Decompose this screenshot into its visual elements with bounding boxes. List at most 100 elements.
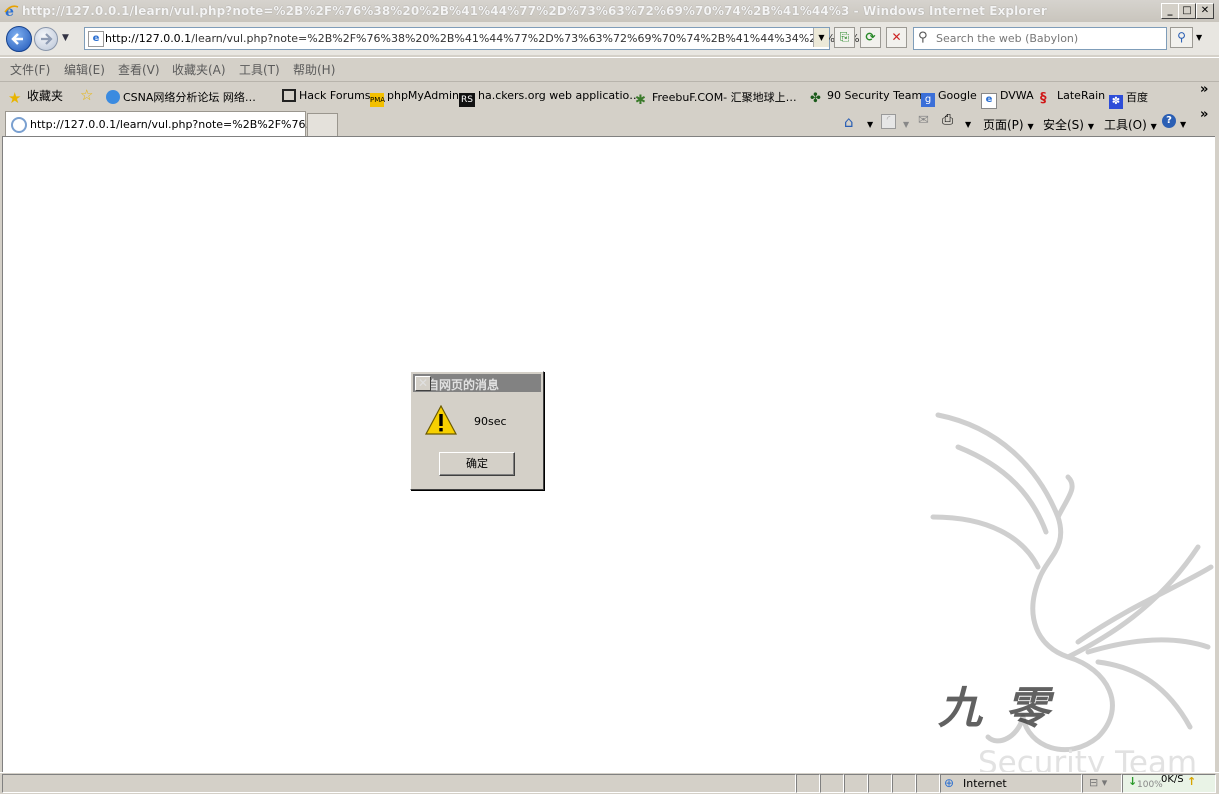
menu-bar: 文件(F) 编辑(E) 查看(V) 收藏夹(A) 工具(T) 帮助(H) — [0, 57, 1219, 80]
fav-item-csna[interactable]: CSNA网络分析论坛 网络… — [106, 89, 256, 105]
fav-item-phpmyadmin[interactable]: PMA phpMyAdmin — [370, 89, 459, 107]
feeds-dropdown-icon[interactable]: ▼ — [903, 120, 909, 129]
fav-item-90sec[interactable]: ✤ 90 Security Team — [810, 89, 923, 106]
status-pane — [820, 774, 844, 793]
ie-page-icon: e — [981, 93, 997, 109]
zone-pane[interactable]: ⊕ Internet — [940, 774, 1082, 793]
dialog-title-bar: 来自网页的消息 ✕ — [413, 374, 541, 392]
status-text-pane — [2, 774, 796, 793]
fav-item-hackforums[interactable]: Hack Forums — [282, 89, 371, 102]
tab-active[interactable]: http://127.0.0.1/learn/vul.php?note=%2B%… — [5, 111, 317, 136]
dialog-close-button[interactable]: ✕ — [415, 376, 431, 391]
page-icon: e — [88, 31, 104, 47]
home-icon[interactable]: ⌂ — [844, 113, 854, 131]
menu-edit[interactable]: 编辑(E) — [64, 61, 105, 78]
print-icon[interactable]: ⎙ — [942, 112, 953, 128]
watermark-team: Security Team — [978, 745, 1198, 774]
alert-dialog: 来自网页的消息 ✕ 90sec 确定 — [410, 371, 544, 490]
status-pane — [796, 774, 820, 793]
favorites-label: 收藏夹 — [27, 89, 64, 103]
fav-item-baidu-label: 百度 — [1126, 91, 1148, 104]
help-dropdown-icon[interactable]: ▼ — [1180, 120, 1186, 129]
address-bar[interactable]: e http://127.0.0.1/learn/vul.php?note=%2… — [84, 27, 860, 50]
new-tab-button[interactable] — [307, 113, 338, 136]
menu-tools[interactable]: 工具(T) — [239, 61, 280, 78]
favorites-button[interactable]: ★ 收藏夹 — [8, 87, 64, 107]
fav-item-hackers[interactable]: RS ha.ckers.org web applicatio… — [459, 89, 640, 107]
compatibility-view-icon[interactable]: ⎘ — [834, 27, 855, 48]
search-input[interactable]: Search the web (Babylon) — [936, 32, 1078, 45]
home-dropdown-icon[interactable]: ▼ — [867, 120, 873, 129]
fav-item-baidu[interactable]: ✽ 百度 — [1109, 89, 1148, 109]
fav-item-google[interactable]: g Google — [921, 89, 977, 107]
forward-button[interactable] — [34, 27, 58, 51]
favorites-overflow-button[interactable]: » — [1200, 82, 1208, 97]
fav-item-dvwa-label: DVWA — [1000, 89, 1034, 102]
mail-icon[interactable]: ✉ — [918, 113, 929, 128]
warning-icon — [425, 405, 457, 435]
close-window-button[interactable]: ✕ — [1196, 3, 1214, 19]
search-button[interactable]: ⚲ — [1170, 27, 1193, 48]
page-menu-button[interactable]: 页面(P) ▼ — [983, 116, 1034, 133]
vertical-scrollbar[interactable] — [1215, 136, 1219, 772]
minimize-button[interactable]: _ — [1161, 3, 1179, 19]
back-button[interactable] — [6, 26, 32, 52]
google-icon: g — [921, 93, 935, 107]
window-title: http://127.0.0.1/learn/vul.php?note=%2B%… — [22, 4, 1047, 18]
page-menu-label: 页面(P) — [983, 118, 1024, 132]
upload-arrow-icon: ↑ — [1187, 775, 1197, 788]
zoom-level: 100% — [1137, 780, 1163, 790]
help-icon[interactable]: ? — [1162, 114, 1176, 128]
dialog-message: 90sec — [474, 415, 507, 428]
favorites-bar: ★ 收藏夹 ☆ CSNA网络分析论坛 网络… Hack Forums PMA php… — [0, 81, 1219, 110]
fav-item-laterain-label: LateRain — [1057, 89, 1106, 102]
fav-item-dvwa[interactable]: e DVWA — [981, 89, 1034, 109]
speed-pane: ↓ 100% 0K/S ↑ — [1122, 774, 1216, 793]
fav-item-hackforums-label: Hack Forums — [299, 89, 371, 102]
fav-item-90sec-label: 90 Security Team — [827, 89, 923, 102]
print-dropdown-icon[interactable]: ▼ — [965, 120, 971, 129]
page-content: 九 零 Security Team — [2, 136, 1217, 774]
back-arrow-icon — [11, 33, 23, 45]
history-dropdown-icon[interactable]: ▼ — [62, 33, 69, 43]
fav-item-freebuf[interactable]: ✱ FreebuF.COM- 汇聚地球上… — [635, 89, 797, 108]
protected-mode-pane[interactable]: ⊟ ▾ — [1082, 774, 1122, 793]
tools-menu-button[interactable]: 工具(O) ▼ — [1104, 116, 1157, 133]
fav-item-laterain[interactable]: § LateRain — [1040, 89, 1106, 106]
star-icon: ★ — [8, 89, 22, 107]
pma-icon: PMA — [370, 93, 385, 107]
stop-icon[interactable]: ✕ — [886, 27, 907, 48]
fav-item-csna-label: CSNA网络分析论坛 网络… — [123, 91, 256, 104]
address-dropdown-button[interactable]: ▼ — [813, 28, 829, 47]
search-options-icon[interactable]: ▼ — [1196, 33, 1202, 42]
refresh-icon[interactable]: ⟳ — [860, 27, 881, 48]
status-pane — [868, 774, 892, 793]
title-bar: e http://127.0.0.1/learn/vul.php?note=%2… — [0, 0, 1219, 23]
forward-arrow-icon — [41, 33, 53, 45]
lock-icon: ⊟ ▾ — [1089, 776, 1108, 789]
dialog-ok-button[interactable]: 确定 — [439, 452, 515, 476]
add-favorite-icon[interactable]: ☆ — [80, 86, 93, 104]
commandbar-overflow-button[interactable]: » — [1200, 107, 1208, 122]
menu-favorites[interactable]: 收藏夹(A) — [172, 61, 226, 78]
status-pane — [844, 774, 868, 793]
search-box[interactable]: ⚲ Search the web (Babylon) — [913, 27, 1167, 50]
menu-help[interactable]: 帮助(H) — [293, 61, 335, 78]
laterain-icon: § — [1040, 91, 1047, 106]
rs-icon: RS — [459, 93, 475, 107]
baidu-paw-icon: ✽ — [1109, 95, 1123, 109]
safety-menu-button[interactable]: 安全(S) ▼ — [1043, 116, 1094, 133]
menu-file[interactable]: 文件(F) — [10, 61, 50, 78]
feeds-icon[interactable]: ◜ — [881, 114, 896, 129]
search-provider-icon: ⚲ — [918, 30, 928, 45]
fav-item-phpmyadmin-label: phpMyAdmin — [387, 89, 459, 102]
status-pane — [916, 774, 940, 793]
globe-icon: ⊕ — [944, 776, 955, 790]
address-path: /learn/vul.php?note=%2B%2F%76%38%20%2B%4… — [191, 32, 860, 45]
loading-icon — [11, 117, 27, 133]
team-icon: ✤ — [810, 91, 821, 106]
tab-label: http://127.0.0.1/learn/vul.php?note=%2B%… — [30, 118, 317, 131]
safety-menu-label: 安全(S) — [1043, 118, 1084, 132]
maximize-button[interactable]: □ — [1178, 3, 1196, 19]
menu-view[interactable]: 查看(V) — [118, 61, 160, 78]
